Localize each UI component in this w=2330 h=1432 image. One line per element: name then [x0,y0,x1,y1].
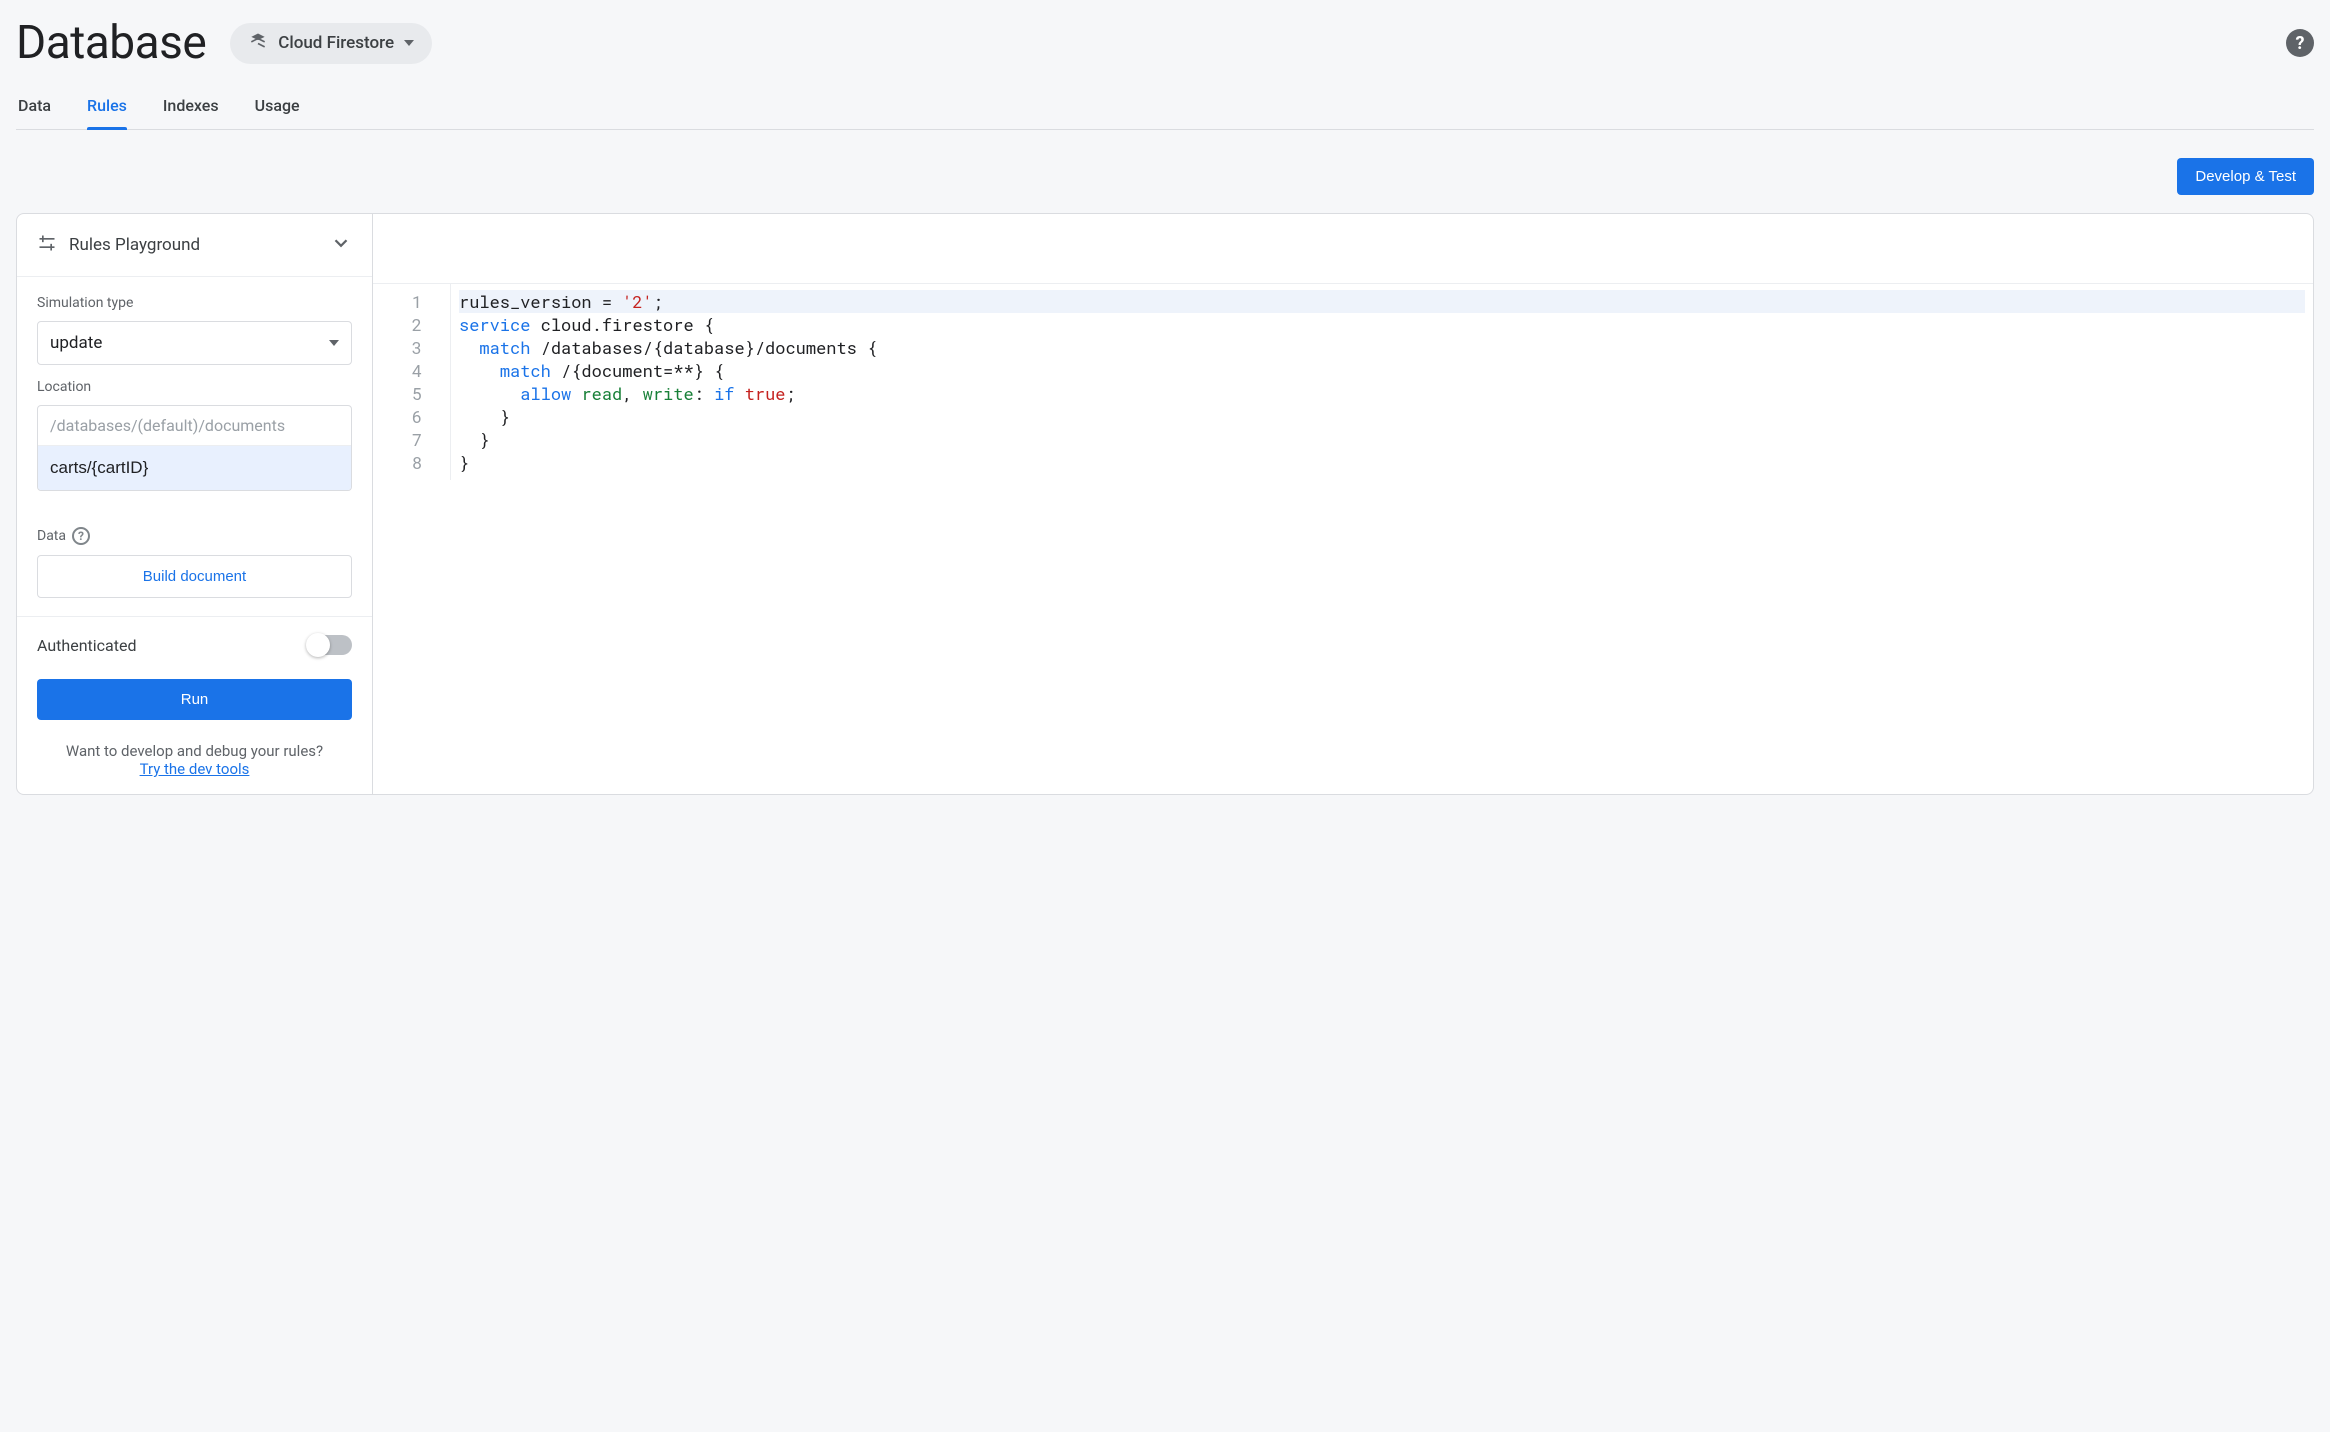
help-icon: ? [2296,33,2305,54]
rules-editor: 12345678 rules_version = '2';service clo… [373,214,2313,794]
location-prefix: /databases/(default)/documents [38,406,351,446]
simulation-type-label: Simulation type [37,295,352,311]
tabs: Data Rules Indexes Usage [16,84,2314,130]
database-selector-chip[interactable]: Cloud Firestore [230,23,432,64]
build-document-button[interactable]: Build document [37,555,352,598]
caret-down-icon [404,40,414,46]
help-button[interactable]: ? [2286,29,2314,57]
location-box: /databases/(default)/documents [37,405,352,491]
authenticated-label: Authenticated [37,636,136,655]
tune-icon [37,233,57,257]
location-input[interactable] [38,446,351,490]
code-area[interactable]: rules_version = '2';service cloud.firest… [451,284,2313,480]
line-gutter: 12345678 [373,284,451,480]
firestore-icon [248,31,268,56]
dev-tools-link[interactable]: Try the dev tools [140,760,250,778]
rules-playground-sidebar: Rules Playground Simulation type update … [17,214,373,794]
page-title: Database [16,16,206,70]
tab-usage[interactable]: Usage [255,84,300,129]
simulation-type-value: update [50,333,102,353]
caret-down-icon [329,340,339,346]
rules-playground-header[interactable]: Rules Playground [17,214,372,277]
tab-rules[interactable]: Rules [87,84,127,129]
chevron-down-icon [330,232,352,258]
rules-panel: Rules Playground Simulation type update … [16,213,2314,795]
data-label: Data ? [37,527,352,545]
rules-playground-title: Rules Playground [69,235,318,255]
database-selector-label: Cloud Firestore [278,33,394,53]
run-button[interactable]: Run [37,679,352,720]
authenticated-toggle[interactable] [308,635,352,655]
tab-data[interactable]: Data [18,84,51,129]
simulation-type-select[interactable]: update [37,321,352,365]
tab-indexes[interactable]: Indexes [163,84,219,129]
develop-test-button[interactable]: Develop & Test [2177,158,2314,195]
location-label: Location [37,379,352,395]
dev-tools-prompt: Want to develop and debug your rules? [37,742,352,760]
info-icon[interactable]: ? [72,527,90,545]
editor-toolbar [373,214,2313,284]
